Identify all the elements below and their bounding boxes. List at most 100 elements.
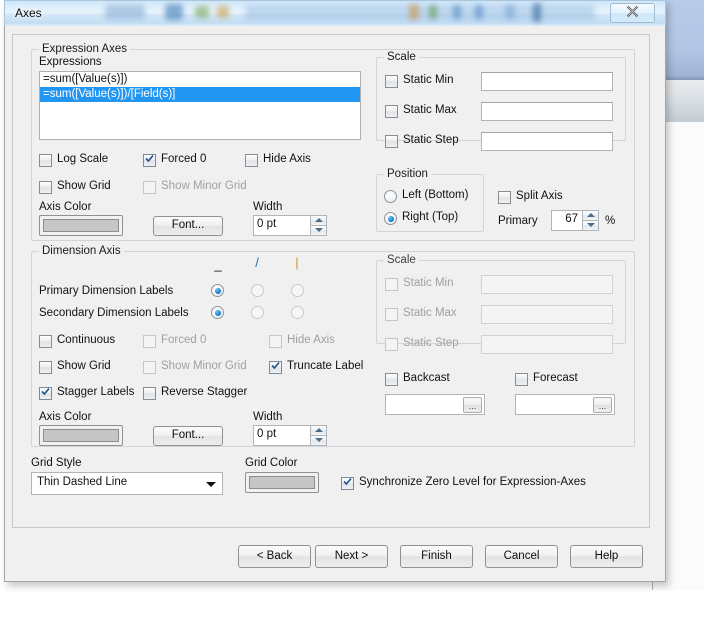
help-button[interactable]: Help xyxy=(570,545,643,568)
checkbox-box xyxy=(385,338,398,351)
radio-label: Right (Top) xyxy=(402,211,459,223)
chevron-up-icon xyxy=(586,213,595,218)
stepper-down-button[interactable] xyxy=(310,225,327,236)
dialog-content-panel: Expression Axes Expressions =sum([Value(… xyxy=(12,34,650,528)
grid-style-value: Thin Dashed Line xyxy=(37,476,128,488)
cancel-button[interactable]: Cancel xyxy=(485,545,558,568)
close-button[interactable] xyxy=(610,3,655,23)
primary-percent-stepper[interactable]: 67 xyxy=(551,210,599,231)
checkbox-label: Synchronize Zero Level for Expression-Ax… xyxy=(359,476,586,488)
orientation-header-vertical: | xyxy=(295,255,299,270)
next-button[interactable]: Next > xyxy=(315,545,388,568)
dialog-titlebar[interactable]: Axes xyxy=(4,0,666,26)
checkbox-label: Log Scale xyxy=(57,153,109,165)
checkbox-label: Backcast xyxy=(403,372,450,384)
stepper-up-button[interactable] xyxy=(582,210,599,221)
checkbox-box xyxy=(143,361,156,374)
checkbox-box xyxy=(269,335,282,348)
glass-reflection xyxy=(245,5,595,20)
checkbox-box xyxy=(385,135,398,148)
list-item[interactable]: =sum([Value(s)])/[Field(s)] xyxy=(40,87,360,102)
expressions-label: Expressions xyxy=(39,56,102,68)
checkbox-label: Forecast xyxy=(533,372,578,384)
backcast-input[interactable]: ... xyxy=(385,394,485,415)
radio-circle xyxy=(291,284,304,297)
backcast-browse-button[interactable]: ... xyxy=(463,397,482,413)
axis-color-label: Axis Color xyxy=(39,201,92,213)
dimension-font-button[interactable]: Font... xyxy=(153,426,223,446)
checkbox-label: Forced 0 xyxy=(161,153,207,165)
grid-color-label: Grid Color xyxy=(245,457,298,469)
axis-color-swatch[interactable] xyxy=(39,215,123,236)
checkbox-label: Hide Axis xyxy=(263,153,311,165)
checkbox-label: Continuous xyxy=(57,334,116,346)
checkbox-label: Static Max xyxy=(403,104,457,116)
dialog-title: Axes xyxy=(15,6,42,20)
primary-label: Primary xyxy=(498,215,538,227)
expression-font-button[interactable]: Font... xyxy=(153,216,223,236)
checkbox-label: Static Step xyxy=(403,337,459,349)
chevron-up-icon xyxy=(314,218,323,223)
stepper-up-button[interactable] xyxy=(310,425,327,436)
glass-reflection xyxy=(475,5,483,19)
grid-style-combobox[interactable]: Thin Dashed Line xyxy=(31,472,223,495)
expressions-listbox[interactable]: =sum([Value(s)]) =sum([Value(s)])/[Field… xyxy=(39,71,361,140)
expression-axes-legend: Expression Axes xyxy=(39,43,131,55)
grid-color-swatch[interactable] xyxy=(245,472,319,493)
chevron-down-icon xyxy=(206,482,216,487)
checkbox-label: Show Grid xyxy=(57,180,111,192)
screen: Axes Expression Axes Expressions =sum([V… xyxy=(0,0,704,628)
dimension-width-label: Width xyxy=(253,411,283,423)
list-item[interactable]: =sum([Value(s)]) xyxy=(40,72,360,87)
dimension-width-input[interactable]: 0 pt xyxy=(253,425,310,446)
checkbox-box xyxy=(515,373,528,386)
radio-circle xyxy=(251,306,264,319)
static-min-input-expression[interactable] xyxy=(481,72,613,91)
static-max-input-dimension xyxy=(481,305,613,324)
checkbox-box xyxy=(498,191,511,204)
radio-dot xyxy=(387,215,394,222)
checkbox-label: Stagger Labels xyxy=(57,386,135,398)
radio-label: Left (Bottom) xyxy=(402,189,469,201)
chevron-up-icon xyxy=(314,428,323,433)
checkbox-box xyxy=(385,308,398,321)
static-max-input-expression[interactable] xyxy=(481,102,613,121)
back-button[interactable]: < Back xyxy=(238,545,311,568)
glass-reflection xyxy=(105,5,145,19)
stepper-buttons xyxy=(582,210,599,231)
checkbox-box xyxy=(385,278,398,291)
checkbox-label: Hide Axis xyxy=(287,334,335,346)
radio-dot xyxy=(214,309,221,316)
glass-reflection xyxy=(505,5,515,19)
checkbox-box xyxy=(385,105,398,118)
checkbox-box xyxy=(385,373,398,386)
axis-width-input[interactable]: 0 pt xyxy=(253,215,310,236)
position-legend: Position xyxy=(384,168,431,180)
checkbox-box xyxy=(39,154,52,167)
dimension-width-stepper[interactable]: 0 pt xyxy=(253,425,327,446)
checkbox-box xyxy=(143,181,156,194)
forecast-input[interactable]: ... xyxy=(515,394,615,415)
glass-reflection xyxy=(409,4,419,20)
static-step-input-expression[interactable] xyxy=(481,132,613,151)
checkbox-label: Show Minor Grid xyxy=(161,180,247,192)
forecast-browse-button[interactable]: ... xyxy=(593,397,612,413)
finish-button[interactable]: Finish xyxy=(400,545,473,568)
checkbox-label: Truncate Label xyxy=(287,360,364,372)
check-icon xyxy=(145,154,154,163)
check-icon xyxy=(271,361,280,370)
checkbox-label: Reverse Stagger xyxy=(161,386,248,398)
axis-width-stepper[interactable]: 0 pt xyxy=(253,215,327,236)
width-label: Width xyxy=(253,201,283,213)
background-page-bottom xyxy=(0,590,704,628)
dimension-axis-legend: Dimension Axis xyxy=(39,245,124,257)
orientation-header-horizontal: _ xyxy=(214,257,222,272)
expression-scale-group: Scale xyxy=(376,51,626,141)
checkbox-label: Forced 0 xyxy=(161,334,207,346)
stepper-down-button[interactable] xyxy=(310,435,327,446)
stepper-up-button[interactable] xyxy=(310,215,327,226)
dimension-axis-color-swatch[interactable] xyxy=(39,425,123,446)
stepper-down-button[interactable] xyxy=(582,220,599,231)
checkbox-box xyxy=(143,335,156,348)
primary-percent-input[interactable]: 67 xyxy=(551,210,582,231)
